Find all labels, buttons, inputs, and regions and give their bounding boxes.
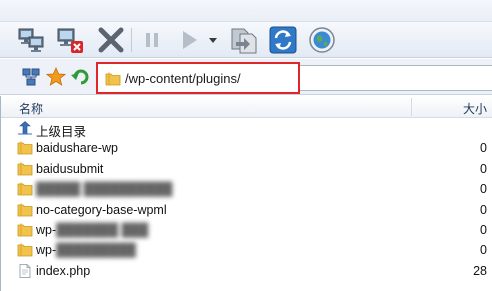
list-item[interactable]: index.php 28 bbox=[1, 261, 492, 281]
play-dropdown-button[interactable] bbox=[206, 25, 220, 55]
item-size: 0 bbox=[480, 222, 487, 237]
cancel-button[interactable] bbox=[96, 25, 126, 55]
cancel-icon bbox=[98, 27, 124, 53]
play-button[interactable] bbox=[174, 25, 204, 55]
redacted-text: █████ ██████████ bbox=[36, 182, 173, 197]
list-item[interactable]: █████ ██████████ 0 bbox=[1, 179, 492, 199]
refresh-button[interactable] bbox=[268, 25, 298, 55]
item-name: █████ ██████████ bbox=[36, 182, 172, 196]
site-manager-button[interactable] bbox=[21, 67, 41, 87]
folder-icon bbox=[17, 141, 33, 155]
folder-icon bbox=[17, 223, 33, 237]
folder-icon bbox=[17, 203, 33, 217]
item-name: index.php bbox=[36, 263, 91, 278]
address-bar: /wp-content/plugins/ bbox=[0, 59, 492, 95]
name-column-header[interactable]: 名称 bbox=[19, 100, 43, 117]
star-icon bbox=[46, 67, 66, 86]
column-divider[interactable] bbox=[411, 98, 412, 116]
list-item[interactable]: no-category-base-wpml 0 bbox=[1, 200, 492, 220]
copy-icon bbox=[231, 28, 257, 54]
item-name-prefix: wp- bbox=[36, 243, 57, 258]
copy-button[interactable] bbox=[228, 25, 258, 55]
column-header: 名称 大小 bbox=[1, 96, 492, 118]
current-path: /wp-content/plugins/ bbox=[125, 71, 241, 86]
connect-button[interactable] bbox=[16, 25, 46, 55]
redacted-text: ███████ ███ bbox=[56, 222, 149, 237]
item-size: 0 bbox=[480, 161, 487, 176]
item-name: baidushare-wp bbox=[36, 141, 118, 156]
file-rows: 上级目录 baidushare-wp 0 baidusubmit 0 █████… bbox=[1, 118, 492, 281]
folder-icon bbox=[17, 243, 33, 257]
path-input[interactable]: /wp-content/plugins/ bbox=[96, 62, 300, 94]
file-icon bbox=[19, 263, 31, 278]
back-arrow-icon bbox=[71, 69, 89, 85]
file-list: 名称 大小 上级目录 baidushare-wp 0 baidusubmit 0… bbox=[0, 96, 492, 291]
list-item[interactable]: baidushare-wp 0 bbox=[1, 138, 492, 158]
folder-icon bbox=[17, 182, 33, 196]
list-item[interactable]: baidusubmit 0 bbox=[1, 159, 492, 179]
pause-button[interactable] bbox=[137, 25, 167, 55]
folder-icon bbox=[105, 72, 121, 86]
folder-icon bbox=[17, 162, 33, 176]
item-name-prefix: wp- bbox=[36, 222, 57, 237]
item-size: 0 bbox=[480, 243, 487, 258]
disconnect-button[interactable] bbox=[55, 25, 85, 55]
item-name: no-category-base-wpml bbox=[36, 202, 167, 217]
address-field-tail[interactable] bbox=[300, 65, 492, 91]
item-size: 0 bbox=[480, 182, 487, 197]
toolbar-separator bbox=[131, 28, 132, 52]
dropdown-arrow-icon bbox=[209, 38, 217, 43]
go-up-button[interactable] bbox=[70, 67, 90, 87]
size-column-header[interactable]: 大小 bbox=[463, 100, 487, 117]
pause-icon bbox=[146, 33, 158, 47]
item-size: 0 bbox=[480, 141, 487, 156]
globe-button[interactable] bbox=[307, 25, 337, 55]
ftp-client-window: /wp-content/plugins/ 名称 大小 上级目录 baidusha… bbox=[0, 0, 492, 291]
favorites-button[interactable] bbox=[46, 67, 66, 87]
network-icon bbox=[22, 68, 40, 86]
item-size: 28 bbox=[473, 263, 487, 278]
globe-icon bbox=[309, 27, 335, 53]
item-size: 0 bbox=[480, 202, 487, 217]
refresh-icon bbox=[269, 26, 297, 54]
parent-directory-label: 上级目录 bbox=[36, 125, 87, 139]
disconnect-icon bbox=[57, 28, 83, 53]
play-icon bbox=[183, 31, 197, 49]
toolbar bbox=[0, 22, 492, 58]
menu-bar bbox=[0, 0, 492, 22]
item-name: wp-███████ ███ bbox=[36, 223, 148, 237]
redacted-text: █████████ bbox=[56, 243, 136, 258]
connect-icon bbox=[18, 28, 44, 52]
parent-directory-row[interactable]: 上级目录 bbox=[1, 118, 492, 139]
list-item[interactable]: wp-███████ ███ 0 bbox=[1, 220, 492, 240]
item-name: wp-█████████ bbox=[36, 243, 136, 257]
item-name: baidusubmit bbox=[36, 161, 104, 176]
list-item[interactable]: wp-█████████ 0 bbox=[1, 240, 492, 260]
up-arrow-icon bbox=[18, 121, 32, 135]
